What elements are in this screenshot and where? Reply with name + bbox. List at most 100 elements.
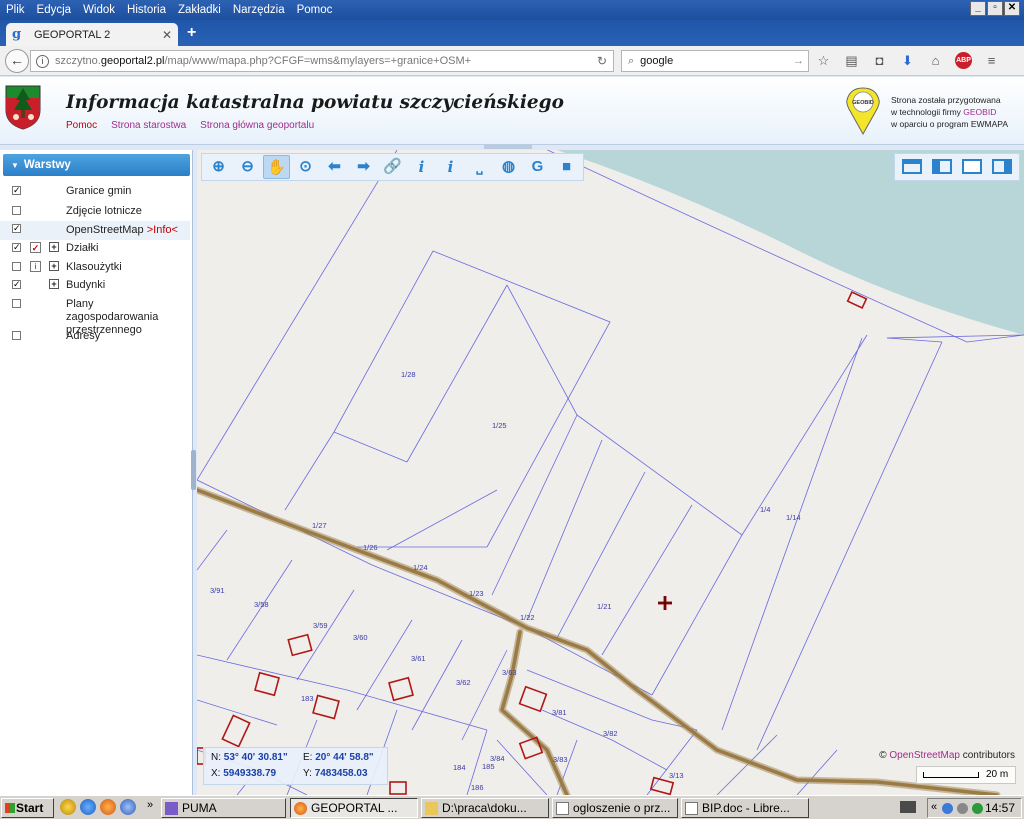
zoom-extent-icon[interactable]: ⊙ [292,155,319,179]
menu-plik[interactable]: Plik [0,4,31,16]
help-link[interactable]: Pomoc [66,120,97,131]
layer-checkbox[interactable] [12,206,21,215]
firefox-icon[interactable] [100,799,116,815]
adblock-icon[interactable]: ABP [955,52,972,69]
pan-hand-icon[interactable]: ✋ [263,155,290,179]
search-input[interactable]: google [634,55,793,67]
geoportal-home-link[interactable]: Strona główna geoportalu [200,120,314,131]
google-icon[interactable]: G [524,155,551,179]
layer-checkbox[interactable] [12,299,21,308]
geobid-link[interactable]: GEOBID [963,107,996,117]
scale-label: 20 m [986,769,1009,780]
info-tool-icon[interactable]: i [408,155,435,179]
starostwo-link[interactable]: Strona starostwa [111,120,186,131]
parcel-label: 3/59 [313,621,328,630]
osm-info-link[interactable]: >Info< [147,224,178,236]
taskbar-item-ogloszenie[interactable]: ogloszenie o prz... [552,798,678,818]
info-edit-icon[interactable]: i [437,155,464,179]
expand-plus-icon[interactable]: + [49,242,59,252]
ie-icon[interactable] [80,799,96,815]
map-toolbar: ⊕ ⊖ ✋ ⊙ ⬅ ➡ 🔗 i i ⎵ ◍ G ■ [201,153,584,181]
menu-zakladki[interactable]: Zakładki [172,4,227,16]
close-icon[interactable]: ✕ [1004,1,1020,16]
menu-pomoc[interactable]: Pomoc [291,4,339,16]
expand-plus-icon[interactable]: + [49,279,59,289]
info-icon[interactable]: i [36,54,49,68]
building [312,694,340,720]
media-player-icon[interactable] [60,799,76,815]
parcel-label: 1/4 [760,505,770,514]
osm-attribution-link[interactable]: OpenStreetMap [889,750,960,761]
expand-plus-icon[interactable]: + [49,261,59,271]
menu-edycja[interactable]: Edycja [31,4,78,16]
layer-checkbox[interactable]: ✓ [12,224,21,233]
taskbar-item-bip-doc[interactable]: BIP.doc - Libre... [681,798,809,818]
layer-dzialki: ✓ ✓ + Działki [0,242,190,256]
measure-ruler-icon[interactable]: ⎵ [466,155,493,179]
parcel-label: 1/24 [413,563,428,572]
layer-checkbox[interactable]: ✓ [12,243,21,252]
export-arrow-icon[interactable] [959,156,985,178]
map-canvas[interactable]: 1/28 1/25 1/27 1/26 1/24 1/23 1/22 1/21 … [197,150,1024,795]
window-layout-icon[interactable] [899,156,925,178]
pocket-icon[interactable]: ◘ [871,52,888,69]
home-icon[interactable]: ⌂ [927,52,944,69]
search-go-icon[interactable]: → [793,55,808,67]
next-view-arrow-icon[interactable]: ➡ [350,155,377,179]
reading-list-icon[interactable]: ▤ [843,52,860,69]
menu-historia[interactable]: Historia [121,4,172,16]
layer-openstreetmap: ✓ OpenStreetMap >Info< [0,221,190,240]
parcel-label: 185 [482,762,495,771]
sidebar-resize-handle[interactable] [191,450,196,490]
scale-bar-line [923,772,979,778]
menu-narzedzia[interactable]: Narzędzia [227,4,291,16]
download-icon[interactable]: ⬇ [899,52,916,69]
quicklaunch-more-icon[interactable]: » [147,799,153,811]
parcel-label: 3/13 [669,771,684,780]
taskbar-item-puma[interactable]: PUMA [161,798,286,818]
layer-checkbox[interactable]: ✓ [12,186,21,195]
back-arrow-icon[interactable]: ← [5,49,29,73]
start-button[interactable]: Start [1,798,54,818]
layer-checkbox[interactable] [12,262,21,271]
keyboard-icon[interactable] [900,801,916,813]
building [221,714,251,748]
url-text[interactable]: szczytno.geoportal2.pl/map/www/mapa.php?… [55,55,591,67]
zoom-in-icon[interactable]: ⊕ [205,155,232,179]
hamburger-menu-icon[interactable]: ≡ [983,52,1000,69]
restore-icon[interactable]: ▫ [987,1,1003,16]
search-box[interactable]: ⌕ google → [621,50,809,72]
globe-icon[interactable]: ◍ [495,155,522,179]
link-icon[interactable]: 🔗 [379,155,406,179]
tab-geoportal[interactable]: g GEOPORTAL 2 ✕ [6,23,178,46]
new-tab-icon[interactable]: + [187,24,196,42]
address-bar[interactable]: i szczytno.geoportal2.pl/map/www/mapa.ph… [30,50,614,72]
network-icon[interactable] [942,803,953,814]
reload-icon[interactable]: ↻ [591,54,613,68]
layer-checkbox[interactable]: ✓ [12,280,21,289]
layer-checkbox[interactable] [12,331,21,340]
taskbar-item-explorer[interactable]: D:\praca\doku... [421,798,549,818]
bookmark-star-icon[interactable]: ☆ [815,52,832,69]
layers-panel-header[interactable]: ▼ Warstwy [3,154,190,176]
camera-icon[interactable]: ■ [553,155,580,179]
legend-check-icon[interactable]: ✓ [30,242,41,253]
previous-view-arrow-icon[interactable]: ⬅ [321,155,348,179]
parcel-label: 1/25 [492,421,507,430]
taskbar-item-geoportal[interactable]: GEOPORTAL ... [290,798,418,818]
thunderbird-icon[interactable] [120,799,136,815]
volume-icon[interactable] [957,803,968,814]
security-icon[interactable] [972,803,983,814]
minimize-icon[interactable]: _ [970,1,986,16]
tab-close-icon[interactable]: ✕ [162,28,172,42]
zoom-out-icon[interactable]: ⊖ [234,155,261,179]
windows-taskbar: Start » PUMA GEOPORTAL ... D:\praca\doku… [0,795,1024,819]
cadastral-map[interactable]: 1/28 1/25 1/27 1/26 1/24 1/23 1/22 1/21 … [197,150,1024,795]
tray-expand-icon[interactable]: « [931,801,937,813]
browser-navbar: ← i szczytno.geoportal2.pl/map/www/mapa.… [0,46,1024,76]
menu-widok[interactable]: Widok [77,4,121,16]
header-collapse-handle[interactable] [484,145,532,149]
layer-info-icon[interactable]: i [30,261,41,272]
right-panel-icon[interactable] [989,156,1015,178]
split-layout-icon[interactable] [929,156,955,178]
